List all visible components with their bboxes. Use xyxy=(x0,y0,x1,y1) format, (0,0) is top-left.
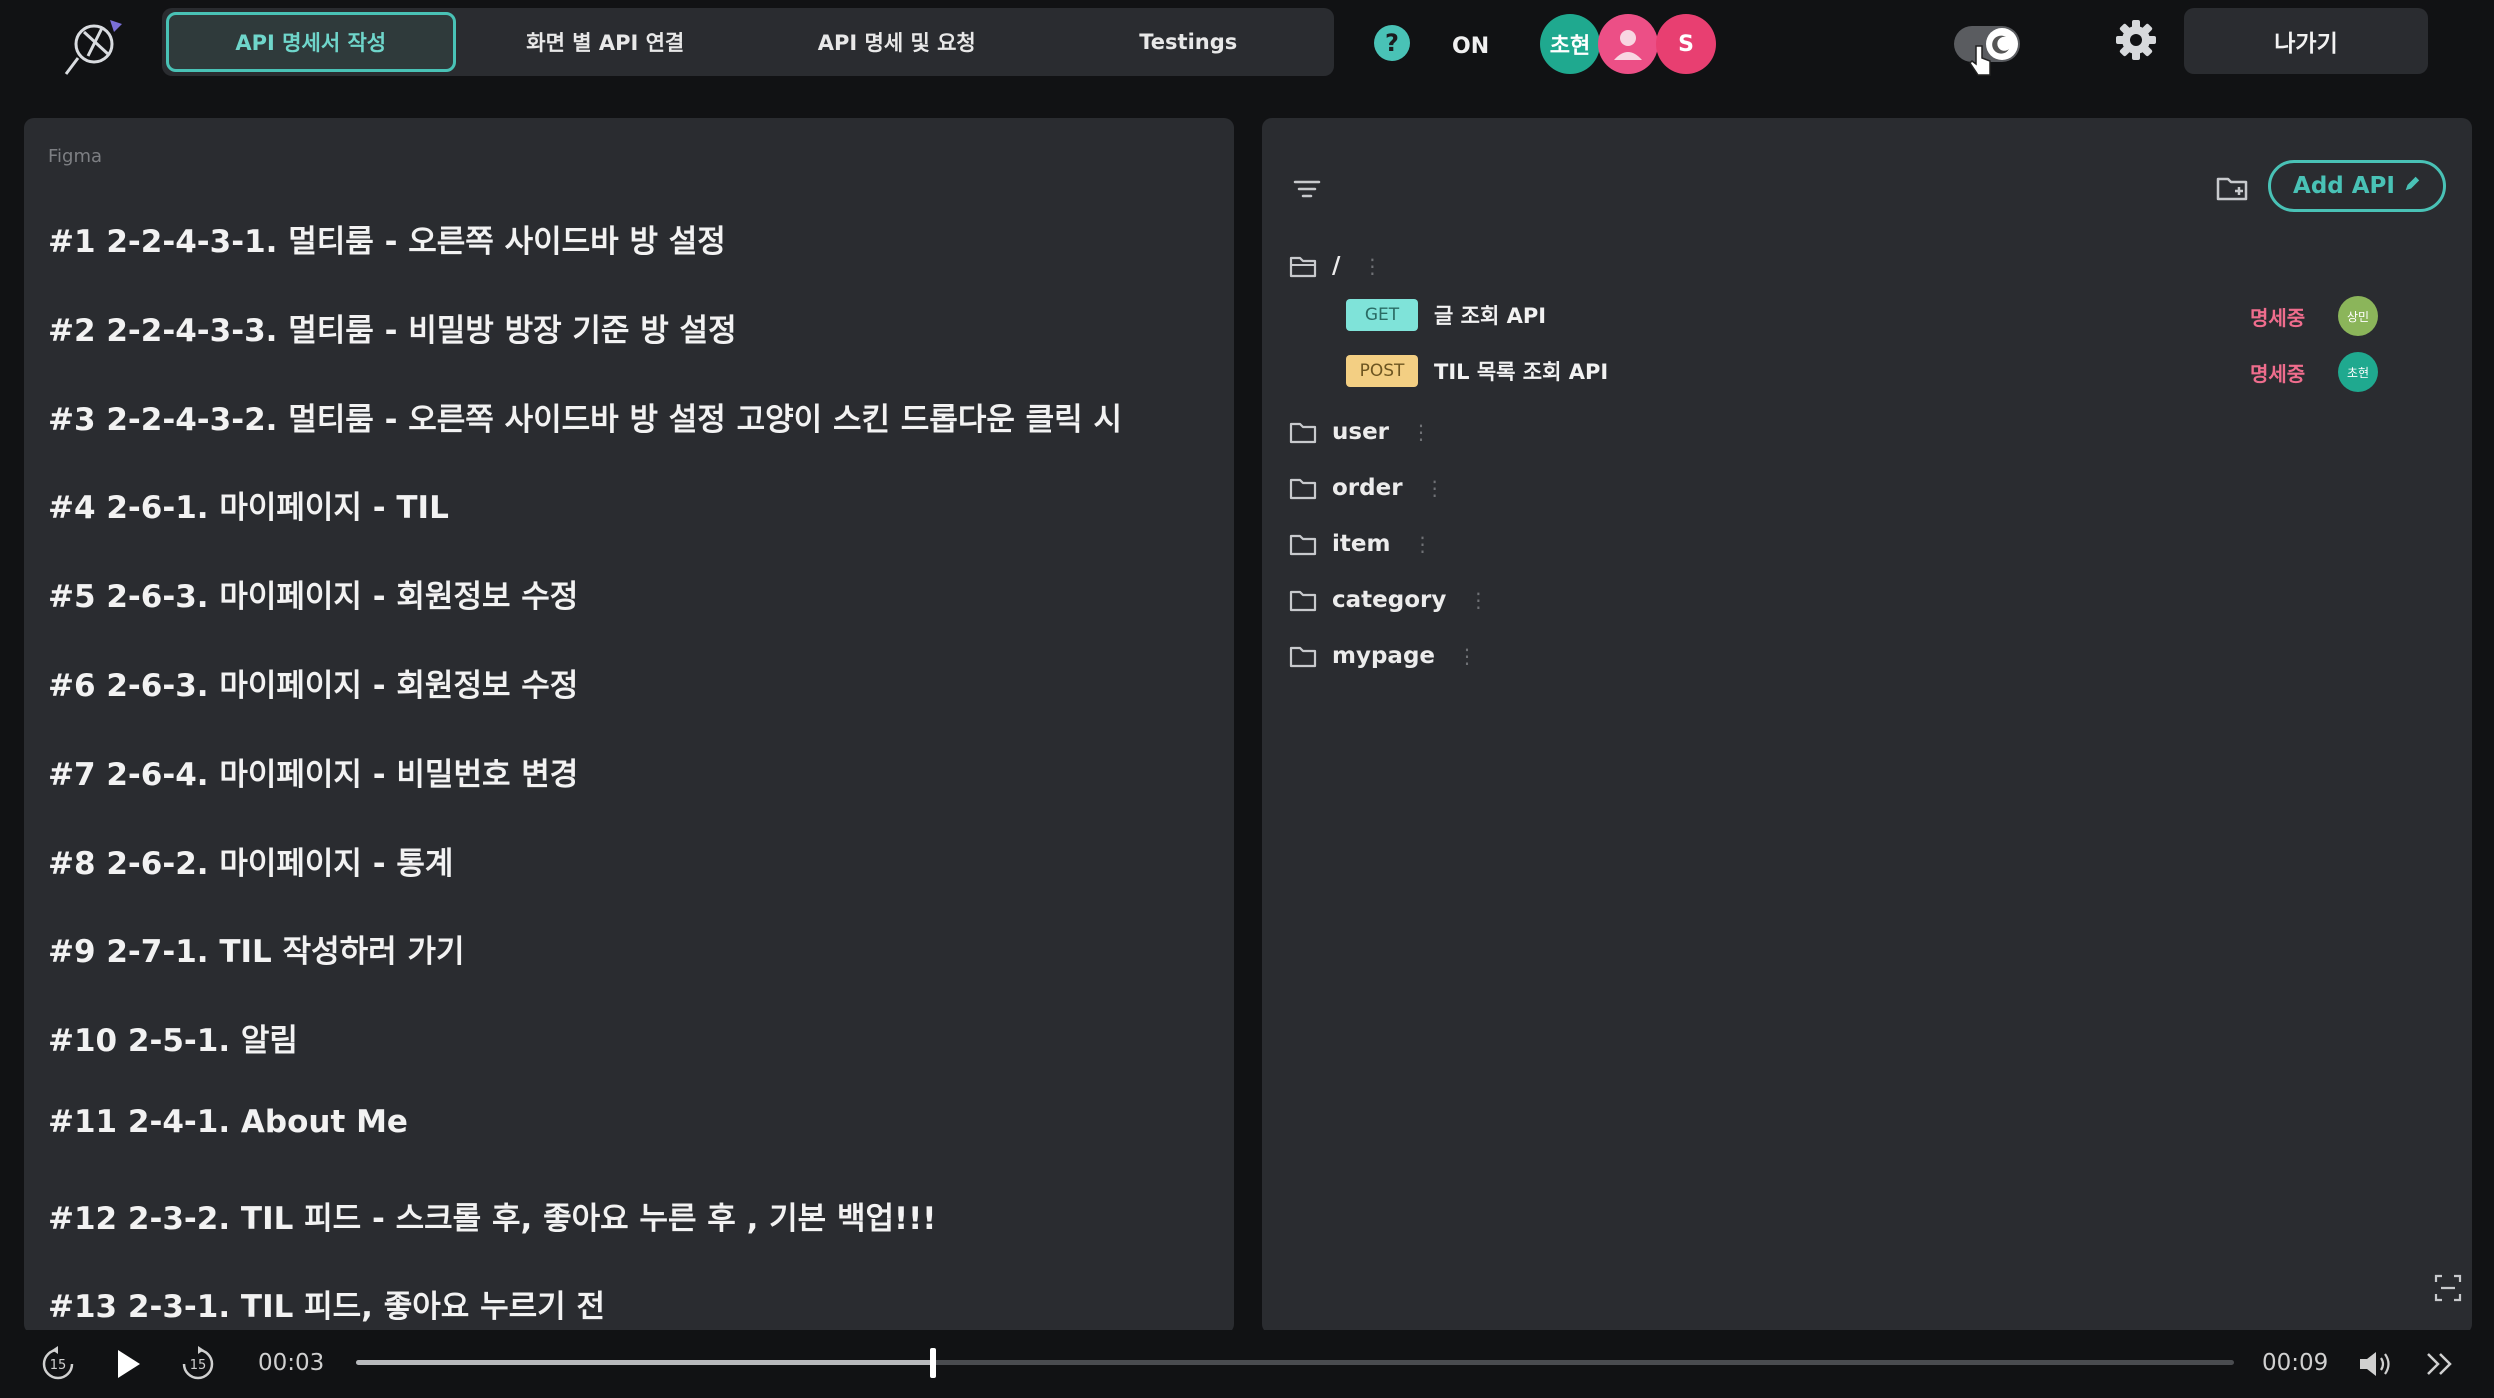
progress-thumb[interactable] xyxy=(930,1348,936,1378)
tab-testings[interactable]: Testings xyxy=(1047,12,1331,72)
frame-item[interactable]: #11 2-4-1. About Me xyxy=(48,1104,408,1140)
app-logo[interactable] xyxy=(58,14,128,82)
folder-root[interactable]: / ⋮ xyxy=(1288,246,1382,286)
more-icon[interactable]: ⋮ xyxy=(1362,254,1382,278)
add-api-button[interactable]: Add API xyxy=(2268,160,2446,212)
frame-item[interactable]: #3 2-2-4-3-2. 멀티룸 - 오른쪽 사이드바 방 설정 고양이 스킨… xyxy=(48,394,1122,439)
skip-next-icon[interactable] xyxy=(2420,1344,2460,1384)
frame-item[interactable]: #5 2-6-3. 마이페이지 - 회원정보 수정 xyxy=(48,571,578,616)
tab-api-spec-write[interactable]: API 명세서 작성 xyxy=(166,12,456,72)
frame-item[interactable]: #4 2-6-1. 마이페이지 - TIL xyxy=(48,482,449,527)
folder-icon xyxy=(1289,646,1317,668)
total-time: 00:09 xyxy=(2262,1350,2329,1376)
more-icon[interactable]: ⋮ xyxy=(1457,644,1477,668)
more-icon[interactable]: ⋮ xyxy=(1425,476,1445,500)
folder-order[interactable]: order ⋮ xyxy=(1288,468,1445,508)
avatar: 초현 xyxy=(2338,352,2378,392)
add-api-label: Add API xyxy=(2293,173,2395,199)
api-row[interactable]: GET 글 조회 API xyxy=(1346,296,1546,334)
online-status: ON xyxy=(1452,34,1490,59)
folder-name: user xyxy=(1332,419,1390,445)
svg-text:15: 15 xyxy=(190,1358,207,1373)
folder-name: mypage xyxy=(1332,643,1436,669)
api-name: TIL 목록 조회 API xyxy=(1434,360,1609,384)
frame-item[interactable]: #6 2-6-3. 마이페이지 - 회원정보 수정 xyxy=(48,660,578,705)
forward-15-icon[interactable]: 15 xyxy=(178,1344,218,1384)
frame-item[interactable]: #12 2-3-2. TIL 피드 - 스크롤 후, 좋아요 누른 후 , 기본… xyxy=(48,1193,936,1238)
folder-icon xyxy=(1289,478,1317,500)
folder-name: item xyxy=(1332,531,1391,557)
avatar[interactable]: 초현 xyxy=(1540,14,1600,74)
frame-item[interactable]: #1 2-2-4-3-1. 멀티룸 - 오른쪽 사이드바 방 설정 xyxy=(48,216,726,261)
mouse-cursor-icon xyxy=(1968,44,1994,78)
more-icon[interactable]: ⋮ xyxy=(1412,532,1432,556)
api-tree-panel: Add API / ⋮ GET 글 조회 API 명세중 상민 POST TIL… xyxy=(1262,118,2472,1334)
avatar: 상민 xyxy=(2338,296,2378,336)
status-badge: 명세중 xyxy=(2250,306,2306,330)
folder-name: order xyxy=(1332,475,1403,501)
more-icon[interactable]: ⋮ xyxy=(1468,588,1488,612)
api-row[interactable]: POST TIL 목록 조회 API xyxy=(1346,352,1608,390)
source-label: Figma xyxy=(48,146,103,167)
focus-icon[interactable] xyxy=(2432,1272,2464,1304)
method-badge: POST xyxy=(1346,355,1418,387)
main-tabs: API 명세서 작성 화면 별 API 연결 API 명세 및 요청 Testi… xyxy=(162,8,1334,76)
frame-item[interactable]: #10 2-5-1. 알림 xyxy=(48,1015,298,1060)
new-folder-icon[interactable] xyxy=(2214,170,2250,206)
method-badge: GET xyxy=(1346,299,1418,331)
play-icon[interactable] xyxy=(108,1344,148,1384)
folder-name: category xyxy=(1332,587,1447,613)
figma-frames-panel: Figma #1 2-2-4-3-1. 멀티룸 - 오른쪽 사이드바 방 설정 … xyxy=(24,118,1234,1334)
rewind-15-icon[interactable]: 15 xyxy=(38,1344,78,1384)
folder-category[interactable]: category ⋮ xyxy=(1288,580,1488,620)
volume-icon[interactable] xyxy=(2354,1344,2394,1384)
status-badge: 명세중 xyxy=(2250,362,2306,386)
folder-name: / xyxy=(1332,253,1341,279)
tab-api-spec-request[interactable]: API 명세 및 요청 xyxy=(755,12,1039,72)
folder-item[interactable]: item ⋮ xyxy=(1288,524,1432,564)
more-icon[interactable]: ⋮ xyxy=(1411,420,1431,444)
frame-item[interactable]: #2 2-2-4-3-3. 멀티룸 - 비밀방 방장 기준 방 설정 xyxy=(48,305,737,350)
frame-item[interactable]: #13 2-3-1. TIL 피드, 좋아요 누르기 전 xyxy=(48,1281,605,1326)
avatar-user-icon[interactable] xyxy=(1598,14,1658,74)
gear-icon[interactable] xyxy=(2112,16,2160,64)
folder-icon xyxy=(1289,534,1317,556)
pencil-icon xyxy=(2403,173,2421,199)
tab-screen-api-link[interactable]: 화면 별 API 연결 xyxy=(464,12,748,72)
folder-user[interactable]: user ⋮ xyxy=(1288,412,1431,452)
svg-text:15: 15 xyxy=(50,1358,67,1373)
folder-icon xyxy=(1289,422,1317,444)
frame-item[interactable]: #9 2-7-1. TIL 작성하러 가기 xyxy=(48,926,465,971)
frame-item[interactable]: #8 2-6-2. 마이페이지 - 통계 xyxy=(48,838,453,883)
exit-button[interactable]: 나가기 xyxy=(2184,8,2428,74)
folder-open-icon xyxy=(1289,256,1317,278)
progress-fill xyxy=(356,1360,934,1365)
filter-icon[interactable] xyxy=(1290,172,1324,206)
api-name: 글 조회 API xyxy=(1434,304,1547,328)
folder-icon xyxy=(1289,590,1317,612)
avatar[interactable]: S xyxy=(1656,14,1716,74)
folder-mypage[interactable]: mypage ⋮ xyxy=(1288,636,1477,676)
current-time: 00:03 xyxy=(258,1350,325,1376)
help-icon[interactable]: ? xyxy=(1374,25,1410,61)
frame-item[interactable]: #7 2-6-4. 마이페이지 - 비밀번호 변경 xyxy=(48,749,578,794)
